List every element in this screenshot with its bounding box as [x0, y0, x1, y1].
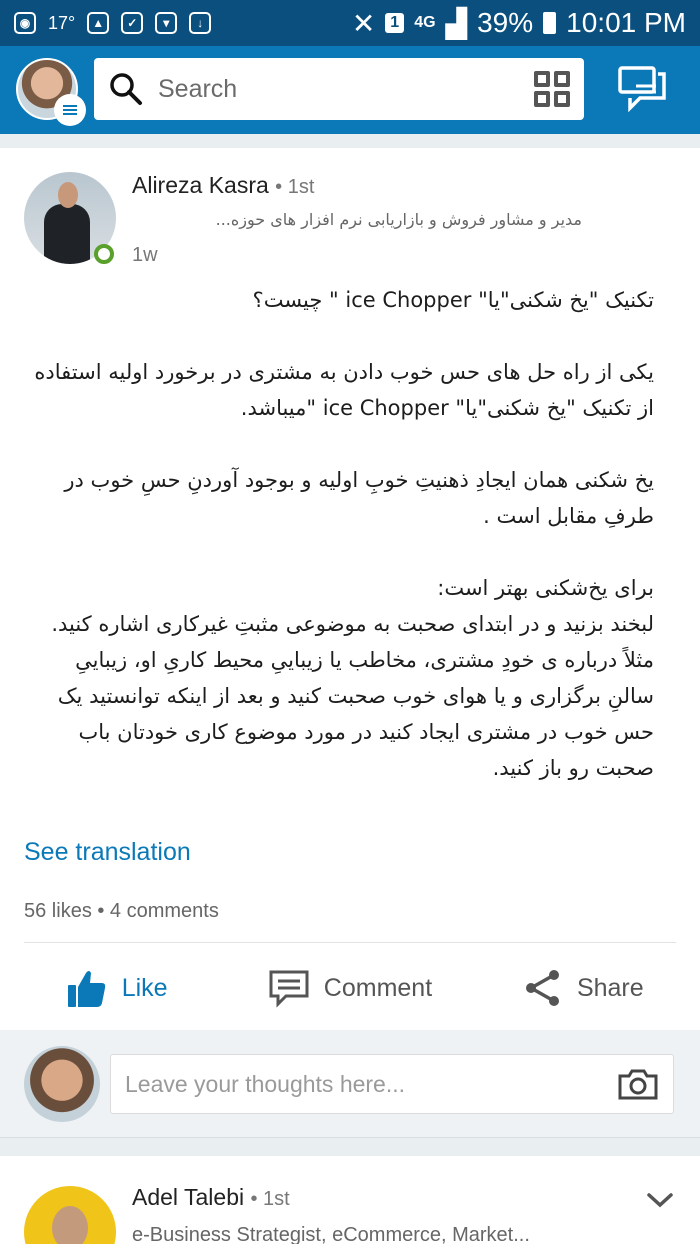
share-button[interactable]: Share: [467, 960, 700, 1016]
qr-code-icon[interactable]: [534, 71, 570, 107]
comment-input[interactable]: Leave your thoughts here...: [110, 1054, 674, 1114]
connection-degree: • 1st: [275, 176, 315, 198]
share-icon: [525, 970, 559, 1006]
author-avatar-2[interactable]: [24, 1186, 116, 1244]
post-body: تکنیک "یخ شکنی"یا" ice Chopper " چیست؟ ی…: [34, 288, 654, 780]
comment-placeholder[interactable]: Leave your thoughts here...: [125, 1071, 617, 1098]
notification-icon: ◉: [14, 12, 36, 34]
share-label: Share: [576, 973, 644, 1002]
like-label: Like: [121, 973, 168, 1002]
battery-percent: 39%: [477, 7, 534, 38]
app-icon: ▾: [155, 12, 178, 34]
author-headline: مدیر و مشاور فروش و بازاریابی نرم افزار …: [215, 210, 582, 229]
chevron-down-icon[interactable]: [646, 1192, 674, 1210]
divider: [24, 942, 676, 943]
search-icon: [110, 73, 142, 105]
next-feed-post: Adel Talebi • 1st e-Business Strategist,…: [0, 1156, 700, 1244]
online-indicator: [94, 244, 114, 264]
like-button[interactable]: Like: [0, 960, 233, 1016]
comment-label: Comment: [323, 973, 433, 1002]
menu-icon[interactable]: [54, 94, 86, 126]
network-type: 4G: [414, 14, 436, 31]
author-name-row-2[interactable]: Adel Talebi • 1st: [132, 1184, 290, 1211]
author-name[interactable]: Alireza Kasra: [132, 172, 269, 198]
camera-icon[interactable]: [617, 1067, 659, 1101]
task-icon: ✓: [121, 12, 144, 34]
app-header: Search: [0, 46, 700, 134]
search-bar[interactable]: Search: [94, 58, 584, 120]
my-avatar: [24, 1046, 100, 1122]
status-bar: ◉ 17° ▲ ✓ ▾ ↓ ✕ 1 4G ▟ 39% 10:01 PM: [0, 0, 700, 46]
download-icon: ↓: [189, 12, 212, 34]
post-actions: Like Comment Share: [0, 960, 700, 1016]
temperature: 17°: [48, 12, 76, 33]
author-headline-2: e-Business Strategist, eCommerce, Market…: [132, 1224, 530, 1244]
battery-icon: [543, 12, 557, 34]
messages-icon[interactable]: [618, 64, 668, 114]
feed-post: Alireza Kasra • 1st مدیر و مشاور فروش و …: [0, 148, 700, 1030]
signal-icon: ▟: [445, 7, 468, 39]
sim-indicator: 1: [385, 13, 405, 33]
author-name-row[interactable]: Alireza Kasra • 1st: [132, 172, 314, 199]
post-time: 1w: [132, 244, 158, 266]
gallery-icon: ▲: [87, 12, 110, 34]
author-name-2[interactable]: Adel Talebi: [132, 1184, 244, 1210]
clock: 10:01 PM: [566, 7, 686, 38]
see-translation-link[interactable]: See translation: [24, 838, 191, 867]
comment-icon: [269, 970, 309, 1008]
thumbs-up-icon: [67, 971, 105, 1007]
comment-button[interactable]: Comment: [233, 960, 466, 1016]
social-counts[interactable]: 56 likes • 4 comments: [24, 900, 219, 923]
comment-composer: Leave your thoughts here...: [0, 1030, 700, 1138]
connection-degree-2: • 1st: [250, 1188, 290, 1210]
search-input[interactable]: Search: [158, 75, 534, 104]
mute-icon: ✕: [351, 7, 376, 39]
